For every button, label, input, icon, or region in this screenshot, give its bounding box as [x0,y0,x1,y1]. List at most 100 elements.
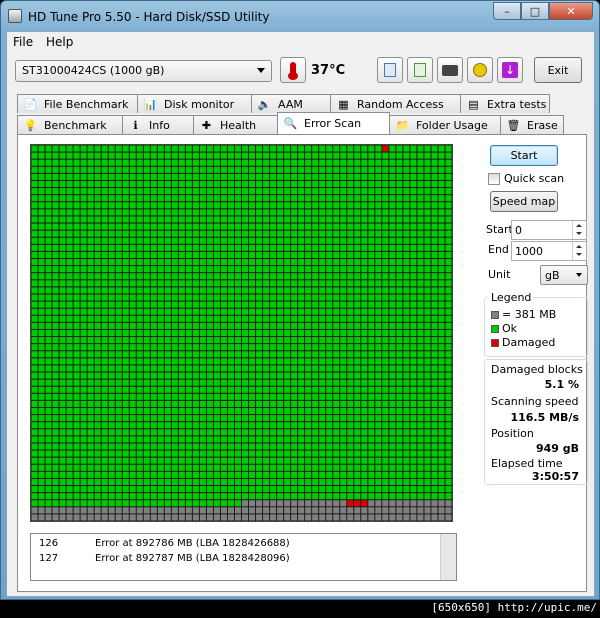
tab-erase[interactable]: 🗑 Erase [500,115,564,134]
scan-block [129,280,136,287]
scan-block [277,266,284,273]
scan-block [101,457,108,464]
exit-button[interactable]: Exit [534,57,582,83]
scan-block [389,195,396,202]
scan-block [312,308,319,315]
error-log[interactable]: 126 Error at 892786 MB (LBA 1828426688) … [30,533,457,581]
scan-block [227,322,234,329]
scan-block [157,415,164,422]
log-scrollbar[interactable] [440,534,456,580]
scan-block [199,337,206,344]
spinner-icon[interactable] [572,242,586,260]
drive-select[interactable]: ST31000424CS (1000 gB) [15,60,272,82]
scan-block [73,216,80,223]
copy-info-button[interactable] [377,57,403,83]
screenshot-button[interactable] [437,57,463,83]
scan-block [389,372,396,379]
scan-block [101,471,108,478]
end-field[interactable]: 1000 [511,241,587,261]
start-field[interactable]: 0 [511,220,587,240]
scan-block [73,500,80,507]
tab-aam[interactable]: 🔈 AAM [251,94,331,113]
scan-block [157,471,164,478]
maximize-button[interactable]: □ [521,2,549,20]
scan-block [136,209,143,216]
scan-block [361,294,368,301]
scan-block [263,386,270,393]
start-button[interactable]: Start [490,145,558,166]
log-row[interactable]: 127 Error at 892787 MB (LBA 1828428096) [39,553,290,564]
scan-block [305,159,312,166]
options-button[interactable] [467,57,493,83]
scan-block [424,195,431,202]
scan-block [389,500,396,507]
tab-file-benchmark[interactable]: 📄 File Benchmark [17,94,138,113]
copy-text-button[interactable] [407,57,433,83]
scan-block [319,280,326,287]
scan-block [157,209,164,216]
close-button[interactable]: ✕ [549,2,593,20]
scan-block [417,329,424,337]
title-bar[interactable]: HD Tune Pro 5.50 - Hard Disk/SSD Utility… [1,1,599,31]
scan-block [368,500,375,507]
save-button[interactable]: ↓ [497,57,523,83]
scan-block [66,464,73,471]
scan-block [157,145,164,152]
scan-block [220,393,227,400]
scan-block [319,244,326,251]
speed-map-button[interactable]: Speed map [490,191,558,212]
scan-block [333,393,340,400]
scan-block [234,393,241,400]
scan-block [192,464,199,471]
tab-extra-tests[interactable]: ▤ Extra tests [460,94,550,113]
scan-block [122,436,129,443]
tab-folder-usage[interactable]: 📁 Folder Usage [389,115,501,134]
scan-block [129,436,136,443]
tab-health[interactable]: ✚ Health [193,115,278,134]
scan-block [136,308,143,315]
checkbox-icon[interactable] [488,172,500,185]
scan-block [94,400,101,407]
scan-block [256,159,263,166]
menu-file[interactable]: File [13,35,33,49]
scan-block [403,266,410,273]
scan-block [403,216,410,223]
tab-random-access[interactable]: ▦ Random Access [330,94,461,113]
scan-block [354,159,361,166]
tab-error-scan[interactable]: 🔍 Error Scan [277,112,390,134]
tab-info[interactable]: ℹ Info [122,115,194,134]
scan-block [199,493,206,500]
scan-block [389,301,396,308]
scan-block [333,308,340,315]
scan-block [115,337,122,344]
scan-block [305,145,312,152]
scan-block [242,280,249,287]
scan-block [73,294,80,301]
quick-scan-checkbox[interactable]: Quick scan [488,172,564,185]
scan-block [270,202,277,209]
scan-block [375,159,382,166]
scan-block [256,478,263,486]
scan-block [73,244,80,251]
tab-benchmark[interactable]: 💡 Benchmark [17,115,123,134]
scan-block [94,329,101,337]
scan-block [129,166,136,173]
menu-help[interactable]: Help [46,35,73,49]
scan-block [242,514,249,521]
scan-block [80,486,87,493]
scan-block [171,301,178,308]
scan-block [263,230,270,237]
scan-block [256,180,263,188]
scan-block [227,173,234,180]
scan-block [431,166,438,173]
scan-block [410,301,417,308]
unit-select[interactable]: gB [540,265,588,285]
log-row[interactable]: 126 Error at 892786 MB (LBA 1828426688) [39,538,290,549]
spinner-icon[interactable] [572,221,586,239]
tab-disk-monitor[interactable]: 📊 Disk monitor [137,94,252,113]
temperature-button[interactable] [280,57,306,83]
scan-block [234,386,241,393]
minimize-button[interactable]: – [493,2,521,20]
scan-block [242,344,249,351]
scan-block [108,464,115,471]
